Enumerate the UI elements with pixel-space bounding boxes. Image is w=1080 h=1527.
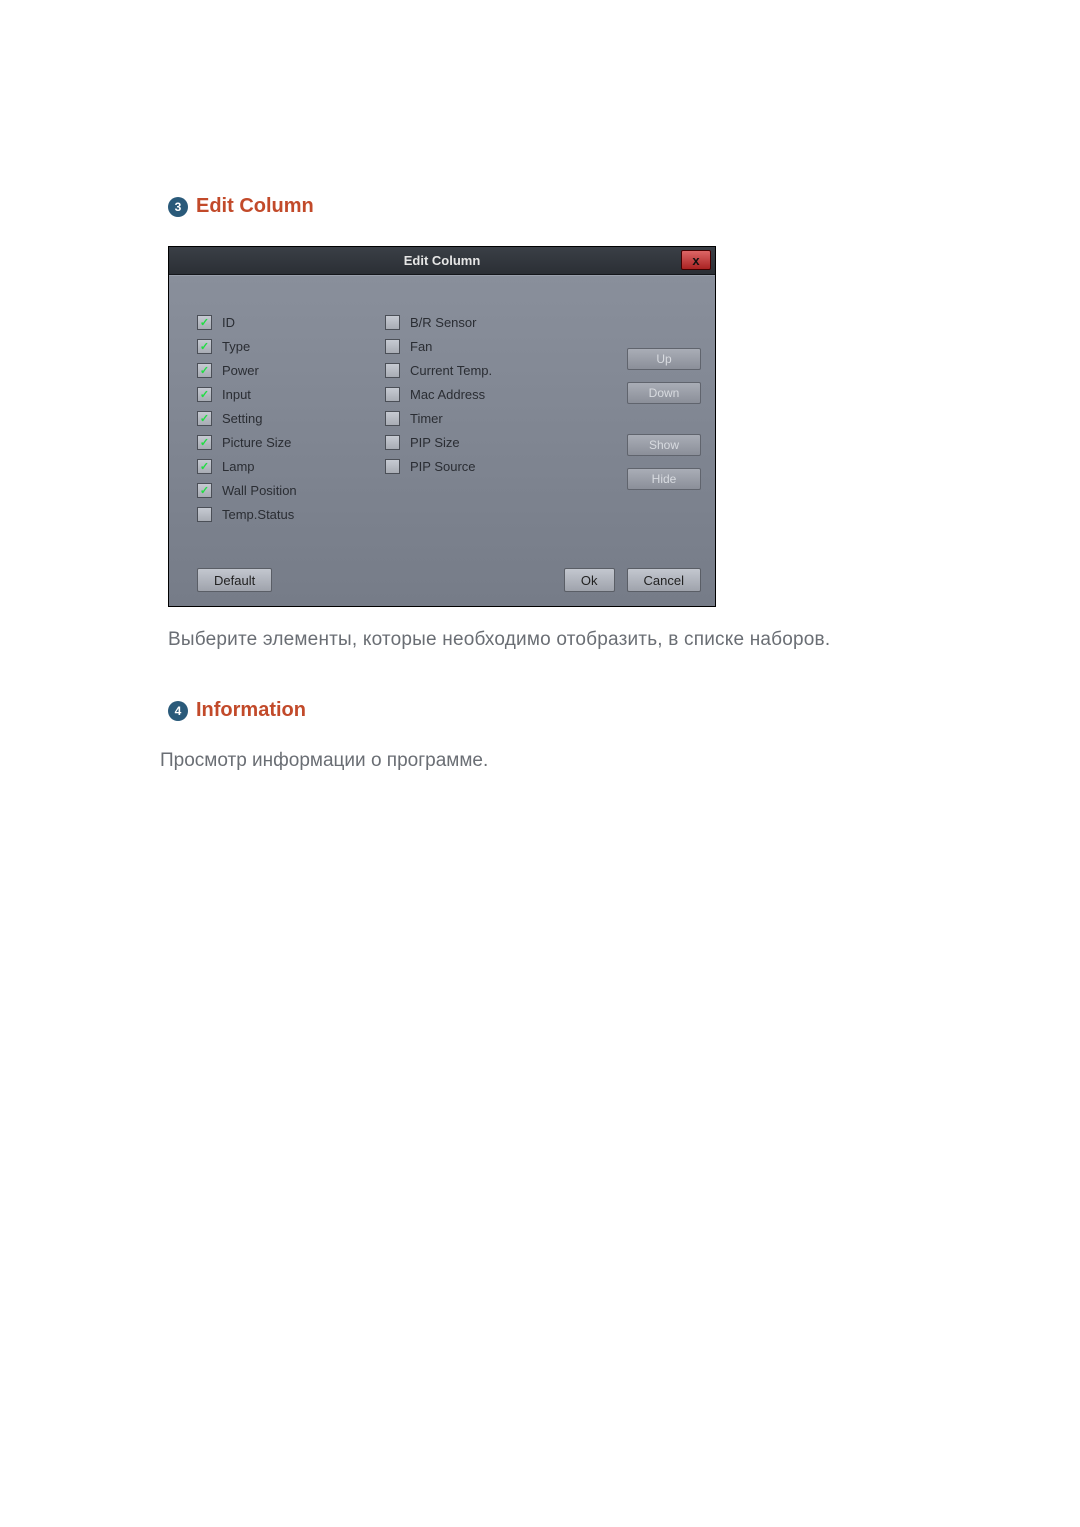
check-timer[interactable]: ✓ Timer [385, 406, 573, 430]
check-type[interactable]: ✓ Type [197, 334, 385, 358]
section-3-title: Edit Column [196, 195, 314, 218]
cancel-button[interactable]: Cancel [627, 568, 701, 592]
check-id[interactable]: ✓ ID [197, 310, 385, 334]
hide-button[interactable]: Hide [627, 468, 701, 490]
bullet-4: 4 [168, 701, 188, 721]
check-br-sensor[interactable]: ✓ B/R Sensor [385, 310, 573, 334]
dialog-title: Edit Column [404, 253, 481, 268]
up-button[interactable]: Up [627, 348, 701, 370]
section-3-heading: 3 Edit Column [168, 195, 920, 218]
check-setting[interactable]: ✓ Setting [197, 406, 385, 430]
check-label: PIP Size [410, 435, 460, 450]
checkbox-icon: ✓ [197, 315, 212, 330]
check-label: Mac Address [410, 387, 485, 402]
left-column: ✓ ID ✓ Type ✓ Power ✓ Input ✓ Setting ✓ Pictur… [197, 310, 385, 526]
check-picture-size[interactable]: ✓ Picture Size [197, 430, 385, 454]
show-button[interactable]: Show [627, 434, 701, 456]
checkbox-icon: ✓ [385, 363, 400, 378]
side-buttons: Up Down Show Hide [573, 310, 701, 526]
check-input[interactable]: ✓ Input [197, 382, 385, 406]
checkbox-icon: ✓ [385, 411, 400, 426]
default-button[interactable]: Default [197, 568, 272, 592]
bullet-3: 3 [168, 197, 188, 217]
checkbox-icon: ✓ [385, 387, 400, 402]
checkbox-icon: ✓ [197, 387, 212, 402]
check-fan[interactable]: ✓ Fan [385, 334, 573, 358]
check-mac-address[interactable]: ✓ Mac Address [385, 382, 573, 406]
check-label: Type [222, 339, 250, 354]
check-pip-source[interactable]: ✓ PIP Source [385, 454, 573, 478]
checkbox-icon: ✓ [385, 315, 400, 330]
section-4-title: Information [196, 699, 306, 722]
checkbox-icon: ✓ [197, 483, 212, 498]
section-4-caption: Просмотр информации о программе. [160, 750, 920, 772]
check-current-temp[interactable]: ✓ Current Temp. [385, 358, 573, 382]
check-label: Setting [222, 411, 262, 426]
check-label: Picture Size [222, 435, 291, 450]
checkbox-icon: ✓ [385, 459, 400, 474]
check-label: B/R Sensor [410, 315, 476, 330]
down-button[interactable]: Down [627, 382, 701, 404]
edit-column-dialog: Edit Column x ✓ ID ✓ Type ✓ Power ✓ Input ✓ S… [168, 246, 716, 607]
check-label: Lamp [222, 459, 255, 474]
section-4-heading: 4 Information [168, 699, 920, 722]
checkbox-icon: ✓ [197, 411, 212, 426]
check-wall-position[interactable]: ✓ Wall Position [197, 478, 385, 502]
check-label: ID [222, 315, 235, 330]
check-label: Input [222, 387, 251, 402]
check-power[interactable]: ✓ Power [197, 358, 385, 382]
check-label: PIP Source [410, 459, 476, 474]
checkbox-icon: ✓ [197, 435, 212, 450]
checkbox-icon: ✓ [385, 435, 400, 450]
check-temp-status[interactable]: ✓ Temp.Status [197, 502, 385, 526]
dialog-footer: Default Ok Cancel [197, 568, 701, 592]
checkbox-icon: ✓ [385, 339, 400, 354]
checkbox-icon: ✓ [197, 507, 212, 522]
check-pip-size[interactable]: ✓ PIP Size [385, 430, 573, 454]
check-label: Power [222, 363, 259, 378]
check-label: Fan [410, 339, 432, 354]
check-label: Temp.Status [222, 507, 294, 522]
checkbox-icon: ✓ [197, 339, 212, 354]
checkbox-icon: ✓ [197, 363, 212, 378]
close-icon: x [692, 253, 699, 268]
check-label: Timer [410, 411, 443, 426]
checkbox-icon: ✓ [197, 459, 212, 474]
right-column: ✓ B/R Sensor ✓ Fan ✓ Current Temp. ✓ Mac Add… [385, 310, 573, 526]
check-label: Wall Position [222, 483, 297, 498]
dialog-body: ✓ ID ✓ Type ✓ Power ✓ Input ✓ Setting ✓ Pictur… [169, 275, 715, 606]
close-button[interactable]: x [681, 250, 711, 270]
dialog-titlebar: Edit Column x [169, 247, 715, 275]
ok-button[interactable]: Ok [564, 568, 615, 592]
check-label: Current Temp. [410, 363, 492, 378]
check-lamp[interactable]: ✓ Lamp [197, 454, 385, 478]
section-3-caption: Выберите элементы, которые необходимо от… [168, 629, 920, 651]
